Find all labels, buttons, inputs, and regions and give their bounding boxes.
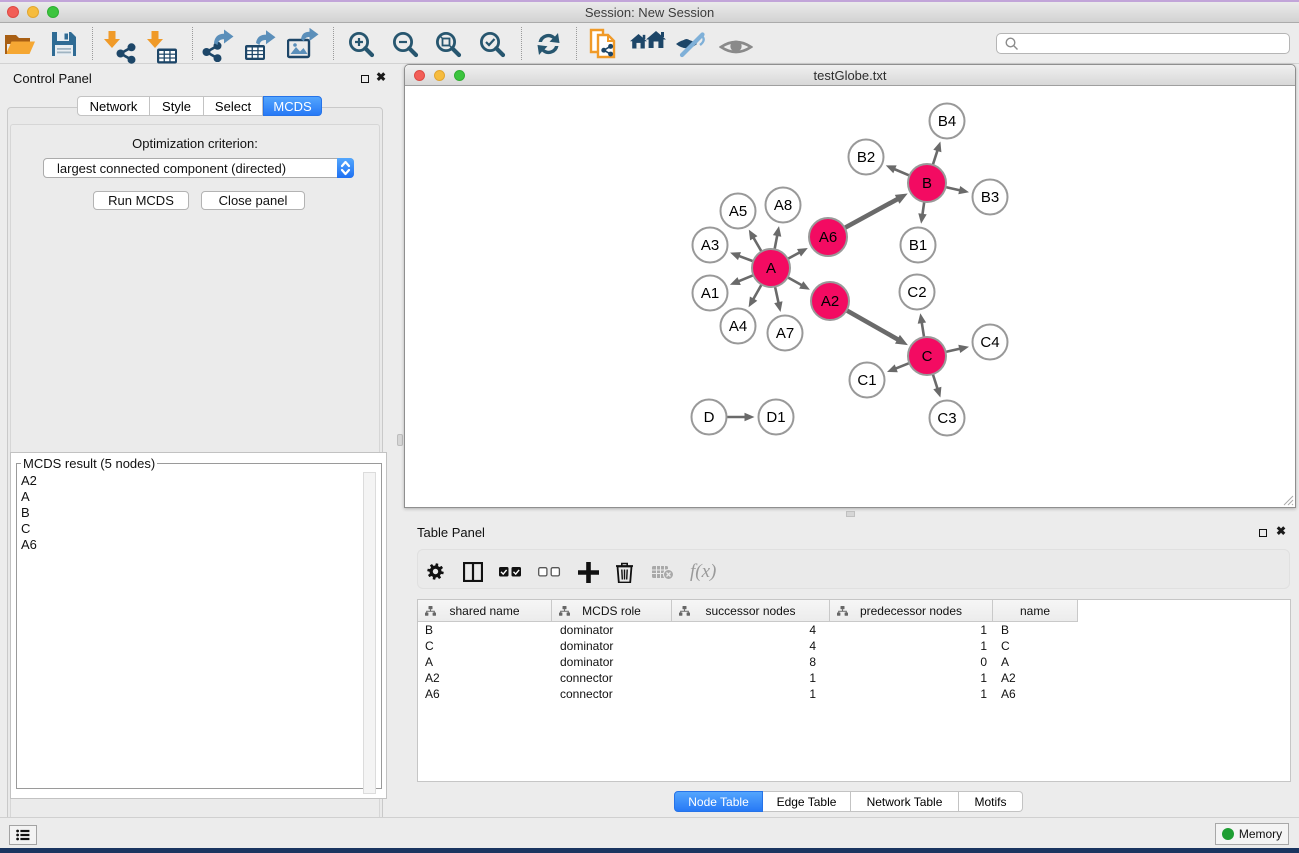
svg-text:C2: C2 <box>907 284 926 301</box>
svg-text:A2: A2 <box>821 293 839 310</box>
svg-text:C4: C4 <box>980 334 999 351</box>
svg-text:A8: A8 <box>774 197 792 214</box>
svg-text:B1: B1 <box>909 237 927 254</box>
svg-text:B: B <box>922 175 932 192</box>
svg-text:D1: D1 <box>766 409 785 426</box>
svg-text:B2: B2 <box>857 149 875 166</box>
svg-text:A3: A3 <box>701 237 719 254</box>
svg-text:C1: C1 <box>857 372 876 389</box>
svg-text:A: A <box>766 260 776 277</box>
svg-text:A7: A7 <box>776 325 794 342</box>
svg-text:A1: A1 <box>701 285 719 302</box>
svg-text:A6: A6 <box>819 229 837 246</box>
svg-text:C3: C3 <box>937 410 956 427</box>
svg-text:A5: A5 <box>729 203 747 220</box>
svg-text:A4: A4 <box>729 318 747 335</box>
svg-text:B3: B3 <box>981 189 999 206</box>
svg-text:C: C <box>922 348 933 365</box>
svg-text:B4: B4 <box>938 113 956 130</box>
svg-text:D: D <box>704 409 715 426</box>
